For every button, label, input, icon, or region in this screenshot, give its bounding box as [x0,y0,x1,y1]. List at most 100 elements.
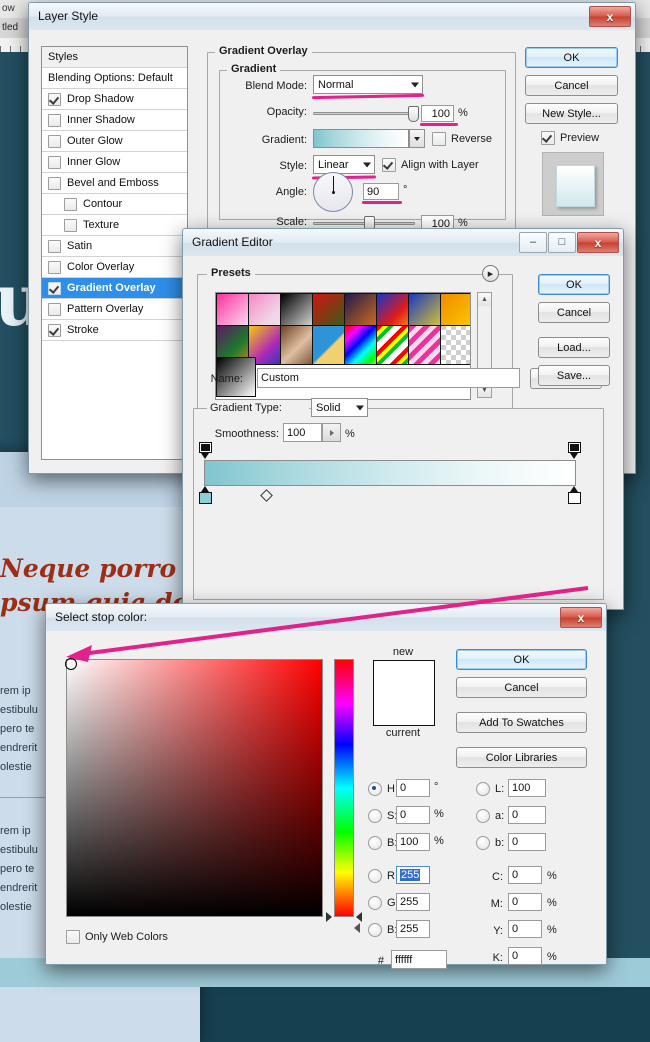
opacity-slider-knob[interactable] [408,106,419,122]
sidebar-item-drop-shadow[interactable]: Drop Shadow [42,89,187,110]
brightness-radio[interactable]: B: [368,836,397,850]
checkbox-icon[interactable] [48,324,61,337]
color-libraries-button[interactable]: Color Libraries [456,747,587,768]
color-field[interactable] [66,659,323,917]
load-gradient-button[interactable]: Load... [538,337,610,358]
stop-color-ok-button[interactable]: OK [456,649,587,670]
radio-icon[interactable] [368,836,382,850]
only-web-colors-checkbox[interactable]: Only Web Colors [66,930,168,944]
close-icon[interactable]: x [589,6,631,27]
gradient-editor-ok-button[interactable]: OK [538,274,610,295]
brightness-input[interactable]: 100 [396,833,430,851]
radio-icon[interactable] [368,809,382,823]
gradient-preview[interactable] [313,129,409,148]
layer-style-cancel-button[interactable]: Cancel [525,75,618,96]
checkbox-icon[interactable] [48,93,61,106]
stop-color-titlebar[interactable]: Select stop color: x [46,604,606,631]
style-select[interactable]: Linear [313,155,375,174]
sidebar-item-contour[interactable]: Contour [42,194,187,215]
checkbox-icon[interactable] [48,261,61,274]
sidebar-item-inner-shadow[interactable]: Inner Shadow [42,110,187,131]
lab-b-input[interactable]: 0 [508,833,546,851]
gradient-strip[interactable] [204,460,576,486]
checkbox-icon[interactable] [48,303,61,316]
hue-radio[interactable]: H: [368,782,398,796]
lab-l-input[interactable]: 100 [508,779,546,797]
opacity-stop-left[interactable] [199,442,212,459]
close-icon[interactable]: x [560,607,602,628]
hue-slider[interactable] [334,659,354,917]
chevron-up-icon[interactable]: ▲ [478,293,491,306]
checkbox-icon[interactable] [432,132,446,146]
preview-checkbox[interactable]: Preview [541,131,599,145]
hex-input[interactable]: ffffff [391,950,447,969]
smoothness-stepper[interactable] [322,423,341,442]
new-style-button[interactable]: New Style... [525,103,618,124]
opacity-slider-track[interactable] [313,112,415,115]
checkbox-icon[interactable] [48,240,61,253]
radio-icon[interactable] [368,923,382,937]
angle-dial[interactable] [313,172,353,212]
color-stop-left[interactable] [199,486,212,504]
cyan-input[interactable]: 0 [508,866,542,884]
close-icon[interactable]: x [577,232,619,253]
green-radio[interactable]: G: [368,896,399,910]
reverse-checkbox[interactable]: Reverse [432,132,492,146]
radio-icon[interactable] [476,782,490,796]
layer-style-titlebar[interactable]: Layer Style x [29,3,635,30]
sidebar-item-outer-glow[interactable]: Outer Glow [42,131,187,152]
checkbox-icon[interactable] [48,282,61,295]
sidebar-item-gradient-overlay[interactable]: Gradient Overlay [42,278,187,299]
presets-menu-button[interactable]: ▶ [482,265,499,282]
saturation-input[interactable]: 0 [396,806,430,824]
checkbox-icon[interactable] [48,156,61,169]
gradient-name-input[interactable]: Custom [257,368,520,388]
color-field-cursor[interactable] [65,658,77,670]
red-radio[interactable]: R: [368,869,398,883]
sidebar-item-texture[interactable]: Texture [42,215,187,236]
opacity-input[interactable]: 100 [421,105,454,122]
color-stop-right[interactable] [568,486,581,504]
yellow-input[interactable]: 0 [508,920,542,938]
checkbox-icon[interactable] [64,198,77,211]
checkbox-icon[interactable] [541,131,555,145]
sidebar-item-inner-glow[interactable]: Inner Glow [42,152,187,173]
radio-icon[interactable] [476,809,490,823]
stop-color-cancel-button[interactable]: Cancel [456,677,587,698]
opacity-stop-right[interactable] [568,442,581,459]
lab-a-radio[interactable]: a: [476,809,504,823]
red-input[interactable]: 255 [396,866,430,884]
radio-icon[interactable] [476,836,490,850]
checkbox-icon[interactable] [66,930,80,944]
sidebar-item-pattern-overlay[interactable]: Pattern Overlay [42,299,187,320]
checkbox-icon[interactable] [48,177,61,190]
gradient-editor-cancel-button[interactable]: Cancel [538,302,610,323]
lab-a-input[interactable]: 0 [508,806,546,824]
maximize-icon[interactable]: □ [548,232,576,253]
green-input[interactable]: 255 [396,893,430,911]
blue-input[interactable]: 255 [396,920,430,938]
sidebar-item-stroke[interactable]: Stroke [42,320,187,341]
save-gradient-button[interactable]: Save... [538,365,610,386]
smoothness-input[interactable]: 100 [283,423,322,442]
angle-input[interactable]: 90 [363,183,399,200]
black-input[interactable]: 0 [508,947,542,965]
radio-icon[interactable] [368,782,382,796]
sidebar-item-satin[interactable]: Satin [42,236,187,257]
checkbox-icon[interactable] [48,114,61,127]
lab-b-radio[interactable]: b: [476,836,504,850]
styles-list[interactable]: Styles Blending Options: Default Drop Sh… [41,46,188,460]
gradient-dropdown-button[interactable] [409,129,425,148]
checkbox-icon[interactable] [382,158,396,172]
checkbox-icon[interactable] [64,219,77,232]
sidebar-item-bevel-and-emboss[interactable]: Bevel and Emboss [42,173,187,194]
hue-input[interactable]: 0 [396,779,430,797]
magenta-input[interactable]: 0 [508,893,542,911]
lab-l-radio[interactable]: L: [476,782,504,796]
radio-icon[interactable] [368,869,382,883]
gradient-editor-titlebar[interactable]: Gradient Editor – □ x [183,229,623,256]
preset-swatch[interactable] [440,325,471,365]
gradient-type-select[interactable]: Solid [311,398,368,417]
blue-radio[interactable]: B: [368,923,397,937]
minimize-icon[interactable]: – [519,232,547,253]
